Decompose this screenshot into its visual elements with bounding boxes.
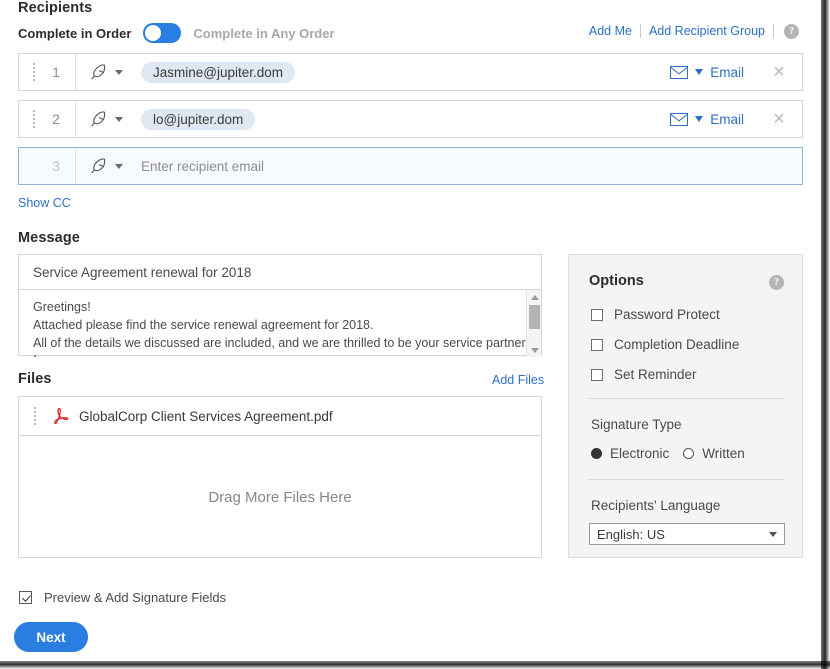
recipients-section-title: Recipients <box>18 0 93 16</box>
preview-add-signature-fields-option[interactable]: Preview & Add Signature Fields <box>19 590 226 605</box>
recipient-index: 3 <box>52 158 60 174</box>
chevron-down-icon <box>115 116 123 122</box>
window-right-shadow <box>821 0 830 669</box>
message-body-wrap: Greetings! Attached please find the serv… <box>19 290 541 357</box>
add-recipient-group-link[interactable]: Add Recipient Group <box>641 23 773 39</box>
option-set-reminder[interactable]: Set Reminder <box>591 367 697 382</box>
drag-handle-icon[interactable] <box>28 407 42 425</box>
recipient-row-empty[interactable]: 3 Enter recipient email <box>18 147 803 185</box>
recipient-index: 2 <box>52 111 60 127</box>
radio-label: Written <box>702 446 745 461</box>
recipient-row[interactable]: 2 lo@jupiter.dom Email × <box>18 100 803 138</box>
option-completion-deadline[interactable]: Completion Deadline <box>591 337 739 352</box>
recipients-language-select[interactable]: English: US <box>589 523 785 545</box>
complete-in-any-order-label: Complete in Any Order <box>193 25 335 41</box>
radio-icon-selected[interactable] <box>591 448 602 459</box>
options-help-icon[interactable]: ? <box>769 275 784 290</box>
recipient-email-input[interactable]: Enter recipient email <box>141 159 264 174</box>
link-separator <box>773 24 774 38</box>
remove-recipient-button[interactable]: × <box>762 62 796 82</box>
chevron-down-icon <box>769 531 777 537</box>
delivery-type-label: Email <box>710 111 744 127</box>
option-label: Completion Deadline <box>614 337 740 352</box>
recipients-header-links: Add Me Add Recipient Group ? <box>581 23 799 39</box>
scroll-up-arrow-icon[interactable] <box>527 290 541 304</box>
add-me-link[interactable]: Add Me <box>581 23 640 39</box>
signer-pen-icon <box>91 64 106 80</box>
completion-order-control: Complete in Order Complete in Any Order <box>18 22 335 44</box>
recipients-help-icon[interactable]: ? <box>784 23 799 39</box>
radio-electronic[interactable]: Electronic <box>591 446 669 461</box>
recipient-row-actions: Email × <box>670 109 802 129</box>
option-label: Set Reminder <box>614 367 697 382</box>
message-body-input[interactable]: Greetings! Attached please find the serv… <box>19 290 541 357</box>
options-divider <box>589 398 784 399</box>
checkbox-icon[interactable] <box>591 368 603 381</box>
checkbox-icon[interactable] <box>591 338 603 351</box>
recipient-row-actions: Email × <box>670 62 802 82</box>
language-selected-value: English: US <box>597 526 665 542</box>
toggle-knob <box>145 25 162 41</box>
pdf-file-icon <box>51 406 69 426</box>
message-subject-input[interactable]: Service Agreement renewal for 2018 <box>19 255 541 290</box>
recipient-role-selector[interactable] <box>90 63 123 81</box>
show-cc-link[interactable]: Show CC <box>18 196 71 210</box>
files-box: GlobalCorp Client Services Agreement.pdf… <box>18 396 542 558</box>
radio-icon[interactable] <box>683 448 695 459</box>
option-password-protect[interactable]: Password Protect <box>591 307 720 322</box>
message-section-title: Message <box>18 230 80 246</box>
options-divider <box>589 479 784 480</box>
signer-pen-icon <box>91 158 106 174</box>
recipient-role-selector[interactable] <box>90 110 123 128</box>
scrollbar-thumb[interactable] <box>529 305 540 329</box>
radio-written[interactable]: Written <box>683 446 745 461</box>
options-panel-title: Options <box>589 273 644 289</box>
scroll-down-arrow-icon[interactable] <box>527 343 541 357</box>
delivery-type-selector[interactable]: Email <box>670 65 744 80</box>
delivery-type-selector[interactable]: Email <box>670 112 744 127</box>
chevron-down-icon <box>695 69 704 75</box>
recipient-role-selector[interactable] <box>90 157 123 175</box>
complete-in-order-label: Complete in Order <box>18 25 132 41</box>
file-list-item[interactable]: GlobalCorp Client Services Agreement.pdf <box>19 397 541 436</box>
completion-order-toggle[interactable] <box>143 23 182 43</box>
file-name-label: GlobalCorp Client Services Agreement.pdf <box>79 408 333 424</box>
radio-label: Electronic <box>610 446 670 461</box>
chevron-down-icon <box>115 69 123 75</box>
envelope-icon <box>670 112 689 126</box>
signature-type-label: Signature Type <box>591 417 682 432</box>
chevron-down-icon <box>115 163 123 169</box>
recipient-email-chip[interactable]: Jasmine@jupiter.dom <box>141 61 296 83</box>
option-label: Password Protect <box>614 307 720 322</box>
checkbox-icon[interactable] <box>591 308 603 321</box>
recipient-email-chip[interactable]: lo@jupiter.dom <box>141 108 256 130</box>
recipient-index: 1 <box>52 64 60 80</box>
checkbox-icon-checked[interactable] <box>19 591 32 604</box>
preview-option-label: Preview & Add Signature Fields <box>44 590 227 605</box>
message-body-scrollbar[interactable] <box>526 290 541 357</box>
row-divider <box>75 148 76 184</box>
envelope-icon <box>670 65 689 79</box>
page-content: Recipients Complete in Order Complete in… <box>0 0 821 662</box>
delivery-type-label: Email <box>710 64 744 80</box>
drag-handle-icon[interactable] <box>27 63 41 81</box>
files-section-title: Files <box>18 371 52 387</box>
message-box: Service Agreement renewal for 2018 Greet… <box>18 254 542 357</box>
drag-handle-icon[interactable] <box>27 110 41 128</box>
row-divider <box>75 101 76 137</box>
signer-pen-icon <box>91 111 106 127</box>
chevron-down-icon <box>695 116 704 122</box>
options-panel: Options ? Password Protect Completion De… <box>568 254 803 558</box>
add-files-link[interactable]: Add Files <box>492 373 544 387</box>
signature-request-page: Recipients Complete in Order Complete in… <box>0 0 830 669</box>
remove-recipient-button[interactable]: × <box>762 109 796 129</box>
file-drop-zone[interactable]: Drag More Files Here <box>19 436 541 558</box>
row-divider <box>75 54 76 90</box>
window-bottom-shadow <box>0 661 830 669</box>
recipients-language-label: Recipients' Language <box>591 498 721 513</box>
recipient-row[interactable]: 1 Jasmine@jupiter.dom Email × <box>18 53 803 91</box>
signature-type-radio-group: Electronic Written <box>591 446 745 461</box>
next-button[interactable]: Next <box>14 622 88 652</box>
